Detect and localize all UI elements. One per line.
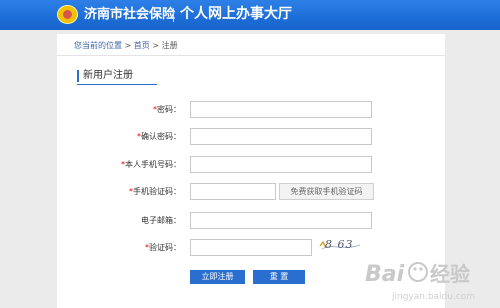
phone-field[interactable] <box>190 156 372 173</box>
password-field[interactable] <box>190 101 372 118</box>
svg-text:经验: 经验 <box>430 262 470 286</box>
captcha-image[interactable]: 8 63 <box>319 237 361 253</box>
breadcrumb-divider <box>57 55 445 56</box>
breadcrumb-separator: > <box>124 41 132 50</box>
sms-code-field[interactable] <box>190 183 276 200</box>
breadcrumb-home-link[interactable]: 首页 <box>134 41 150 50</box>
svg-text:Bai: Bai <box>365 262 405 287</box>
get-sms-code-button[interactable]: 免费获取手机验证码 <box>279 183 374 200</box>
email-label: 电子邮箱： <box>141 216 181 225</box>
reset-button[interactable]: 重 置 <box>253 270 305 284</box>
svg-text:jingyan.baidu.com: jingyan.baidu.com <box>391 292 475 302</box>
captcha-text: 8 63 <box>325 238 354 251</box>
page-title: 新用户注册 <box>77 70 133 82</box>
social-insurance-logo-icon <box>57 5 78 24</box>
breadcrumb-separator: > <box>152 41 160 50</box>
register-button[interactable]: 立即注册 <box>190 270 245 284</box>
breadcrumb-current: 注册 <box>161 41 178 50</box>
captcha-label: *验证码： <box>145 243 181 252</box>
captcha-field[interactable] <box>190 239 312 256</box>
baidu-jingyan-watermark: Bai 经验 jingyan.baidu.com <box>362 254 498 304</box>
site-subtitle: 个人网上办事大厅 <box>180 6 292 22</box>
site-header: 济南市社会保险 个人网上办事大厅 <box>0 0 500 30</box>
breadcrumb: 您当前的位置 > 首页 > 注册 <box>74 41 178 51</box>
breadcrumb-prefix: 您当前的位置 <box>74 41 122 50</box>
confirm-password-field[interactable] <box>190 128 372 145</box>
header-divider <box>173 8 174 22</box>
password-label: *密码： <box>153 105 181 114</box>
email-field[interactable] <box>190 212 372 229</box>
phone-label: *本人手机号码： <box>121 160 181 169</box>
title-underline <box>77 84 157 85</box>
sms-code-label: *手机验证码： <box>129 187 181 196</box>
confirm-password-label: *确认密码： <box>137 132 181 141</box>
site-name: 济南市社会保险 <box>84 7 176 22</box>
